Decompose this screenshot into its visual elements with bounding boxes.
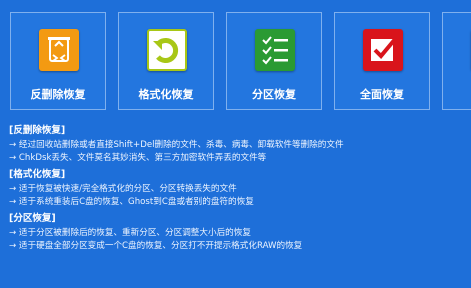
tile-more[interactable]: [442, 12, 471, 110]
list-item: → 经过回收站删除或者直接Shift+Del删除的文件、杀毒、病毒、卸载软件等删…: [9, 139, 344, 150]
format-arrow-icon: [147, 29, 187, 71]
recovery-mode-tiles: 反删除恢复 格式化恢复 分区恢复 全面恢复: [10, 12, 471, 112]
list-item: → 适于分区被删除后的恢复、重新分区、分区调整大小后的恢复: [9, 227, 251, 238]
tile-label: 反删除恢复: [30, 88, 86, 101]
description-panel: [反删除恢复] → 经过回收站删除或者直接Shift+Del删除的文件、杀毒、病…: [9, 124, 465, 256]
tile-undelete-recovery[interactable]: 反删除恢复: [10, 12, 106, 110]
recycle-bin-icon: [39, 29, 79, 71]
section-format: [格式化恢复] → 适于恢复被快速/完全格式化的分区、分区转换丢失的文件 → 适…: [9, 168, 465, 208]
list-item: → 适于硬盘全部分区变成一个C盘的恢复、分区打不开提示格式化RAW的恢复: [9, 240, 303, 251]
tile-full-recovery[interactable]: 全面恢复: [334, 12, 430, 110]
tile-label: 全面恢复: [360, 88, 404, 101]
tile-label: 分区恢复: [252, 88, 296, 101]
section-partition: [分区恢复] → 适于分区被删除后的恢复、重新分区、分区调整大小后的恢复 → 适…: [9, 212, 465, 252]
tile-partition-recovery[interactable]: 分区恢复: [226, 12, 322, 110]
section-title: [反删除恢复]: [9, 125, 66, 136]
tile-label: 格式化恢复: [138, 88, 194, 101]
list-item: → ChkDsk丢失、文件莫名其妙消失、第三方加密软件弄丢的文件等: [9, 152, 267, 163]
checklist-icon: [255, 29, 295, 71]
tile-format-recovery[interactable]: 格式化恢复: [118, 12, 214, 110]
list-item: → 适于系统重装后C盘的恢复、Ghost到C盘或者别的盘符的恢复: [9, 196, 254, 207]
checkbox-icon: [363, 29, 403, 71]
section-undelete: [反删除恢复] → 经过回收站删除或者直接Shift+Del删除的文件、杀毒、病…: [9, 124, 465, 164]
section-title: [分区恢复]: [9, 213, 56, 224]
list-item: → 适于恢复被快速/完全格式化的分区、分区转换丢失的文件: [9, 183, 237, 194]
section-title: [格式化恢复]: [9, 169, 66, 180]
